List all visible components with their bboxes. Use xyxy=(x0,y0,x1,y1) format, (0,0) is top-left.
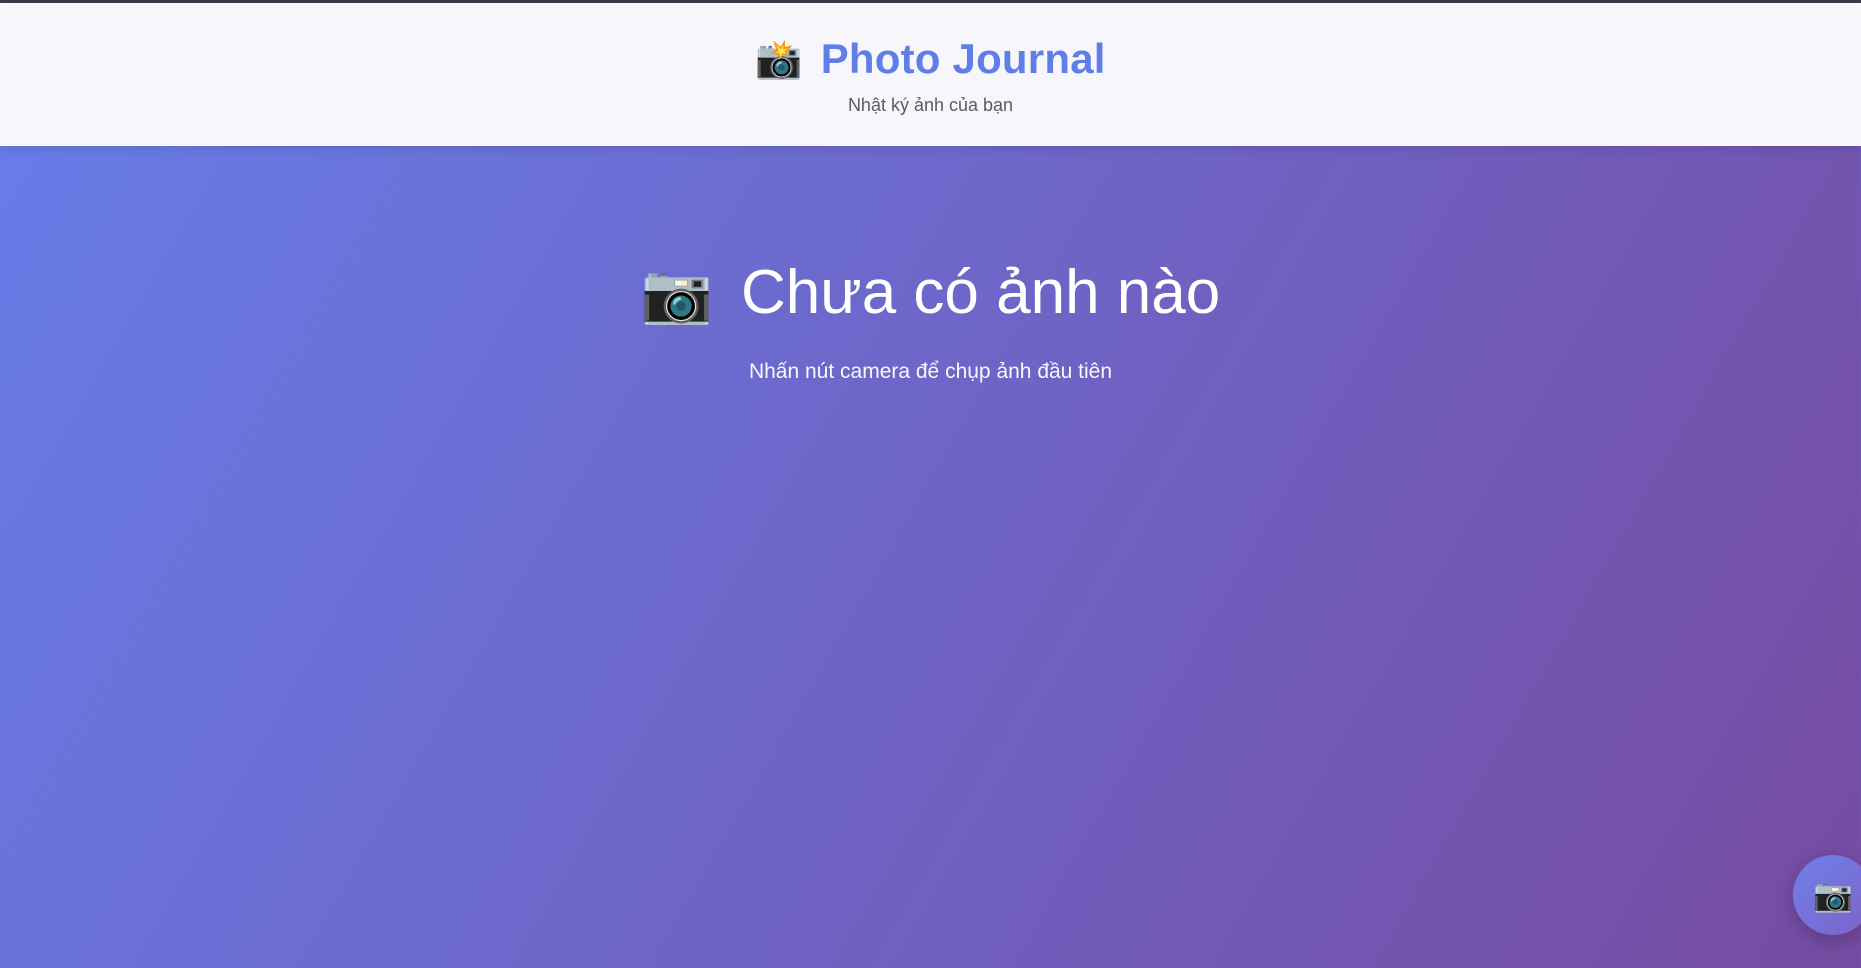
camera-icon: 📷 xyxy=(1813,876,1853,914)
app-subtitle: Nhật ký ảnh của bạn xyxy=(847,95,1014,115)
empty-state-title: Chưa có ảnh nào xyxy=(740,258,1221,327)
camera-with-flash-icon: 📸 xyxy=(755,37,803,81)
app-title: Photo Journal xyxy=(820,35,1106,82)
app-header: 📸 Photo Journal Nhật ký ảnh của bạn xyxy=(0,3,1861,146)
empty-state-heading: 📷 Chưa có ảnh nào xyxy=(0,262,1861,324)
empty-state: 📷 Chưa có ảnh nào Nhấn nút camera để chụ… xyxy=(0,146,1861,384)
camera-button[interactable]: 📷 xyxy=(1793,855,1861,935)
camera-icon: 📷 xyxy=(640,259,713,327)
brand: 📸 Photo Journal xyxy=(0,38,1861,80)
empty-state-subtitle: Nhấn nút camera để chụp ảnh đầu tiên xyxy=(748,360,1113,383)
